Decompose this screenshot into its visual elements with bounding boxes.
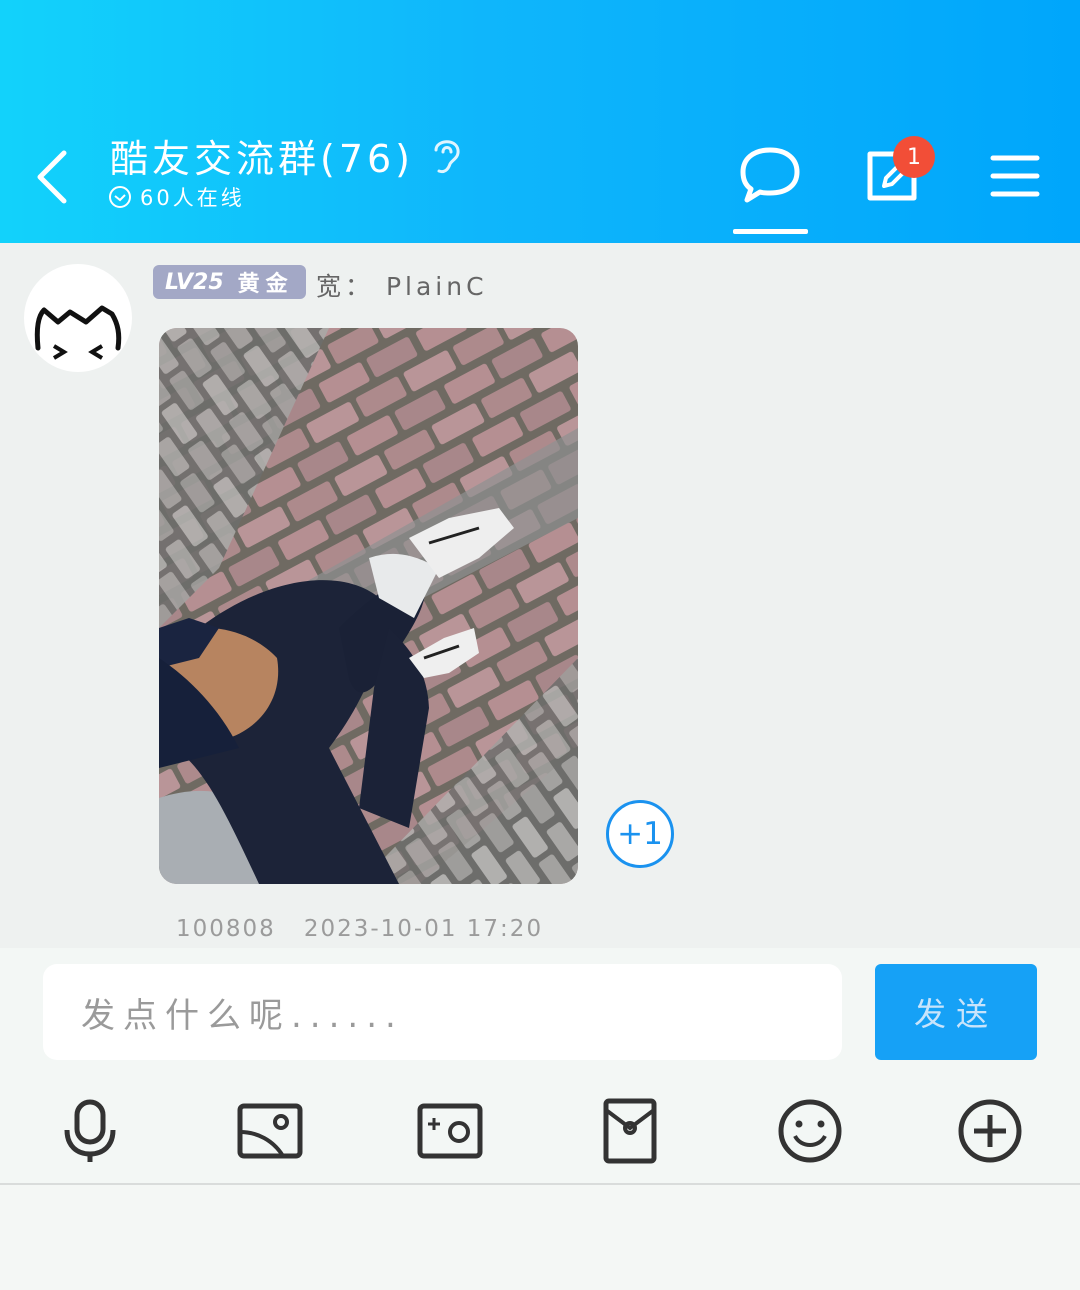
online-status: 60人在线 — [108, 182, 245, 212]
camera-icon[interactable] — [417, 1098, 483, 1164]
tab-chat[interactable] — [733, 140, 808, 238]
bottom-pane — [0, 1185, 1080, 1290]
menu-icon[interactable] — [990, 152, 1040, 200]
plus-one-button[interactable]: +1 — [606, 800, 674, 868]
app-header: 酷友交流群(76) 60人在线 1 — [0, 0, 1080, 243]
online-count: 60人在线 — [140, 186, 245, 210]
emoji-icon[interactable] — [777, 1098, 843, 1164]
level-badge: LV25 黄金 — [153, 265, 306, 299]
avatar[interactable] — [24, 264, 132, 372]
message-meta: 100808 2023-10-01 17:20 — [176, 916, 543, 942]
group-title[interactable]: 酷友交流群(76) — [110, 128, 414, 183]
image-icon[interactable] — [237, 1098, 303, 1164]
chat-bubble-icon — [740, 147, 800, 203]
message-timestamp: 2023-10-01 17:20 — [303, 916, 544, 942]
sender-name[interactable]: 宽： PlainC — [316, 267, 488, 303]
plus-icon[interactable] — [957, 1098, 1023, 1164]
input-placeholder: 发点什么呢...... — [81, 995, 404, 1036]
send-button[interactable]: 发送 — [875, 964, 1037, 1060]
message-input[interactable]: 发点什么呢...... — [43, 964, 842, 1060]
back-arrow-icon[interactable] — [30, 145, 78, 209]
user-id: 100808 — [176, 916, 276, 942]
microphone-icon[interactable] — [57, 1098, 123, 1164]
check-circle-icon — [109, 186, 131, 208]
active-tab-indicator — [733, 229, 808, 234]
cat-face-icon — [34, 305, 122, 360]
message-photo[interactable] — [159, 328, 578, 884]
notification-badge: 1 — [893, 136, 935, 178]
red-packet-icon[interactable] — [597, 1098, 663, 1164]
ear-icon[interactable] — [428, 134, 464, 176]
rank-label: 黄金 — [237, 272, 294, 297]
photo-image — [159, 328, 578, 884]
level-label: LV25 — [165, 269, 224, 295]
